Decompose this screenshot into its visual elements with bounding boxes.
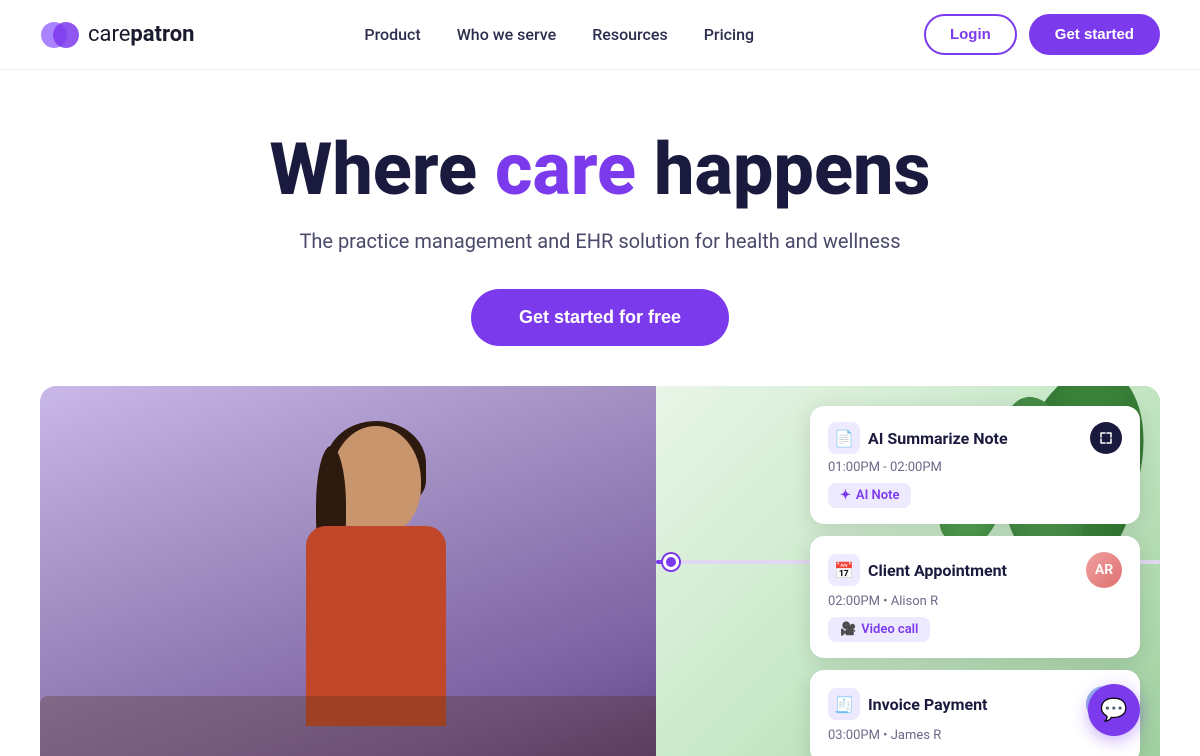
invoice-time: 03:00PM • James R bbox=[828, 728, 1122, 743]
nav-links: Product Who we serve Resources Pricing bbox=[364, 25, 754, 44]
ai-note-card: 📄 AI Summarize Note 01:00PM - 02:00PM ✦ … bbox=[810, 406, 1140, 524]
invoice-title: 🧾 Invoice Payment bbox=[828, 688, 987, 720]
calendar-icon: 📅 bbox=[828, 554, 860, 586]
client-appt-time: 02:00PM • Alison R bbox=[828, 594, 1122, 609]
hero-visual: 📄 AI Summarize Note 01:00PM - 02:00PM ✦ … bbox=[40, 386, 1160, 756]
ai-note-time: 01:00PM - 02:00PM bbox=[828, 460, 1122, 475]
get-started-nav-button[interactable]: Get started bbox=[1029, 14, 1160, 55]
expand-button[interactable] bbox=[1090, 422, 1122, 454]
desk bbox=[40, 696, 712, 756]
logo[interactable]: carepatron bbox=[40, 15, 194, 55]
chat-bubble-button[interactable]: 💬 bbox=[1088, 684, 1140, 736]
logo-icon bbox=[40, 15, 80, 55]
nav-resources[interactable]: Resources bbox=[592, 25, 668, 44]
ai-note-title: 📄 AI Summarize Note bbox=[828, 422, 1008, 454]
nav-product[interactable]: Product bbox=[364, 25, 420, 44]
nav-actions: Login Get started bbox=[924, 14, 1160, 55]
woman-image bbox=[40, 386, 712, 756]
client-appointment-card: 📅 Client Appointment AR 02:00PM • Alison… bbox=[810, 536, 1140, 658]
hero-title: Where care happens bbox=[20, 130, 1180, 209]
ai-note-header: 📄 AI Summarize Note bbox=[828, 422, 1122, 454]
hero-cta-button[interactable]: Get started for free bbox=[471, 289, 729, 346]
timeline-dot bbox=[663, 554, 679, 570]
client-appt-header: 📅 Client Appointment AR bbox=[828, 552, 1122, 588]
navbar: carepatron Product Who we serve Resource… bbox=[0, 0, 1200, 70]
invoice-header: 🧾 Invoice Payment JR bbox=[828, 686, 1122, 722]
video-call-badge: 🎥 Video call bbox=[828, 617, 930, 642]
login-button[interactable]: Login bbox=[924, 14, 1017, 55]
ai-note-badge: ✦ AI Note bbox=[828, 483, 911, 508]
client-avatar: AR bbox=[1086, 552, 1122, 588]
hero-subtitle: The practice management and EHR solution… bbox=[20, 229, 1180, 253]
expand-icon bbox=[1099, 431, 1113, 445]
nav-pricing[interactable]: Pricing bbox=[704, 25, 754, 44]
invoice-icon: 🧾 bbox=[828, 688, 860, 720]
logo-text: carepatron bbox=[88, 22, 194, 47]
nav-who-we-serve[interactable]: Who we serve bbox=[457, 25, 556, 44]
hero-section: Where care happens The practice manageme… bbox=[0, 70, 1200, 386]
document-icon: 📄 bbox=[828, 422, 860, 454]
client-appt-title: 📅 Client Appointment bbox=[828, 554, 1007, 586]
